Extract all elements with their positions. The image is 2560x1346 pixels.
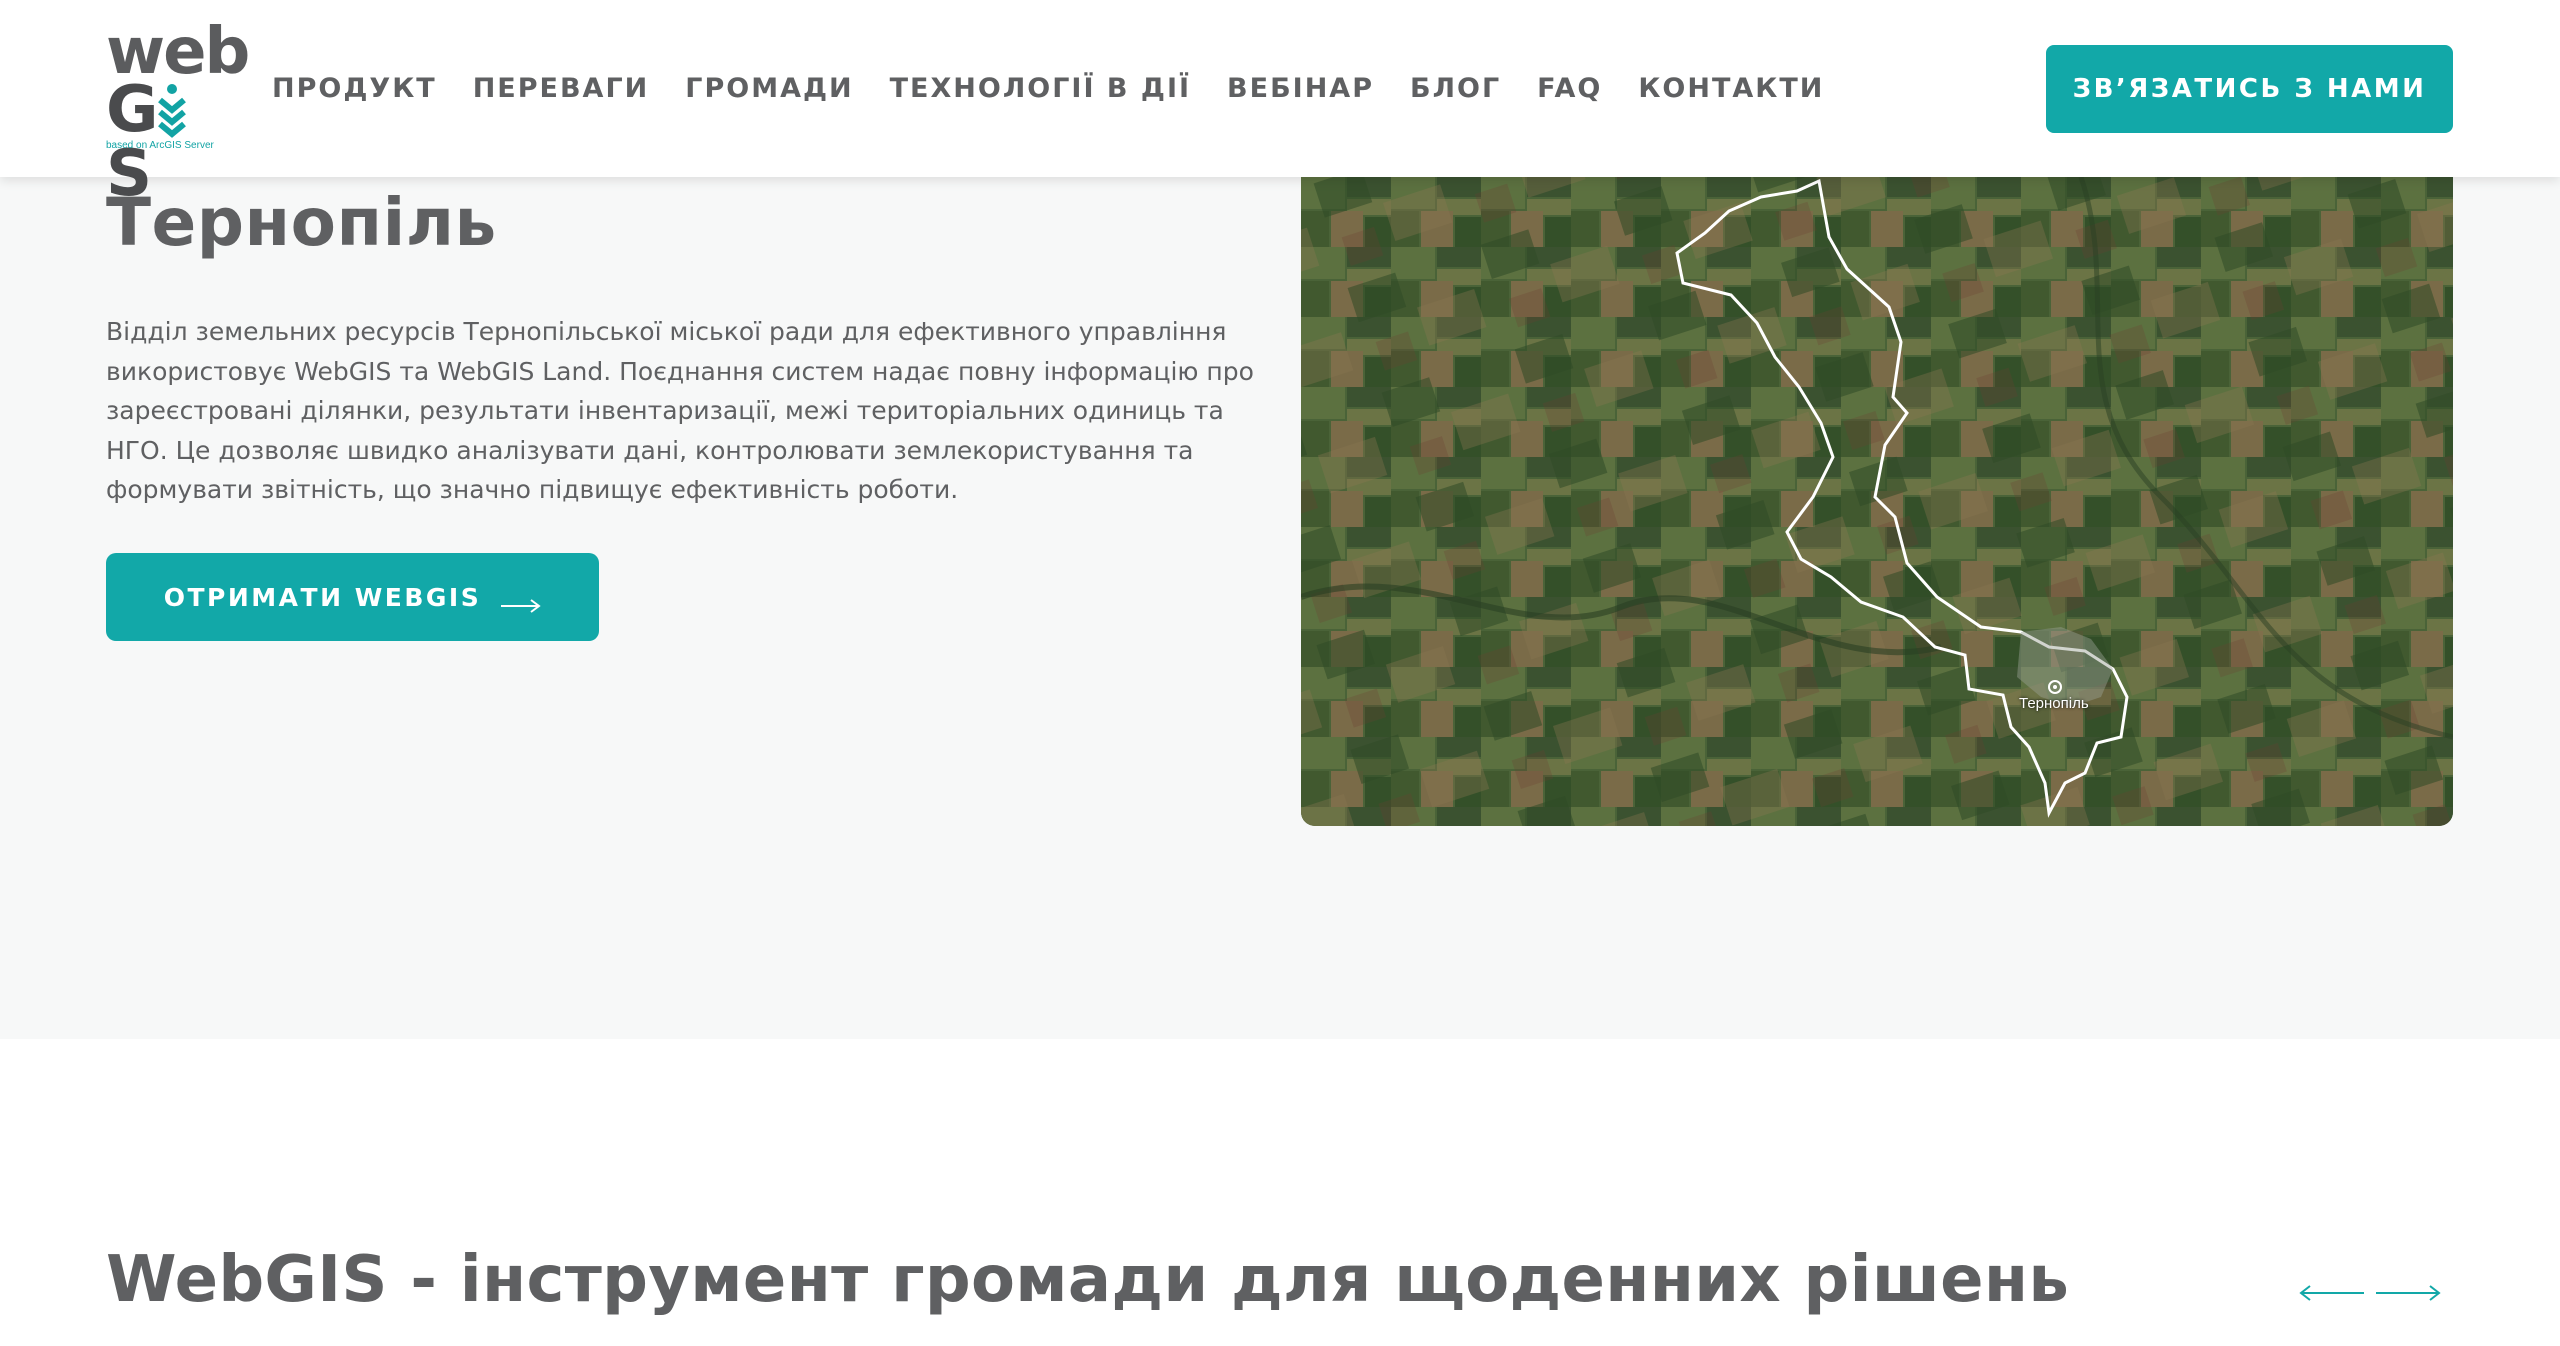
arrow-left-icon[interactable] — [2298, 1278, 2366, 1308]
map-city-label: Тернопіль — [2019, 695, 2089, 712]
logo-letter-g: G — [106, 73, 159, 147]
nav-item-webinar[interactable]: ВЕБІНАР — [1227, 72, 1374, 106]
nav-item-product[interactable]: ПРОДУКТ — [272, 72, 437, 106]
get-webgis-label: ОТРИМАТИ WEBGIS — [163, 582, 482, 612]
satellite-map[interactable]: Тернопіль — [1301, 177, 2453, 826]
get-webgis-button[interactable]: ОТРИМАТИ WEBGIS — [106, 553, 599, 641]
logo-letter-s: S — [106, 137, 152, 211]
hero-description: Відділ земельних ресурсів Тернопільської… — [106, 317, 1254, 505]
nav-item-blog[interactable]: БЛОГ — [1410, 72, 1501, 106]
arrow-right-icon[interactable] — [2374, 1278, 2442, 1308]
nav-item-advantages[interactable]: ПЕРЕВАГИ — [473, 72, 650, 106]
slider-controls — [2298, 1278, 2448, 1308]
contact-us-button[interactable]: ЗВʼЯЗАТИСЬ З НАМИ — [2046, 45, 2453, 133]
nav-item-contacts[interactable]: КОНТАКТИ — [1638, 72, 1824, 106]
webgis-logo[interactable]: web G S based on ArcGIS Server — [106, 20, 250, 206]
arrow-right-icon — [501, 590, 541, 613]
nav-item-faq[interactable]: FAQ — [1537, 72, 1602, 106]
main-nav: ПРОДУКТ ПЕРЕВАГИ ГРОМАДИ ТЕХНОЛОГІЇ В ДІ… — [272, 72, 1860, 106]
site-header: web G S based on ArcGIS Server ПРОДУКТ П… — [0, 0, 2560, 206]
logo-chevron-icon — [157, 84, 187, 138]
logo-tagline: based on ArcGIS Server — [106, 140, 214, 151]
nav-item-technologies[interactable]: ТЕХНОЛОГІЇ В ДІЇ — [890, 72, 1191, 106]
nav-item-communities[interactable]: ГРОМАДИ — [685, 72, 853, 106]
section-title: WebGIS - інструмент громади для щоденних… — [106, 1243, 2070, 1317]
